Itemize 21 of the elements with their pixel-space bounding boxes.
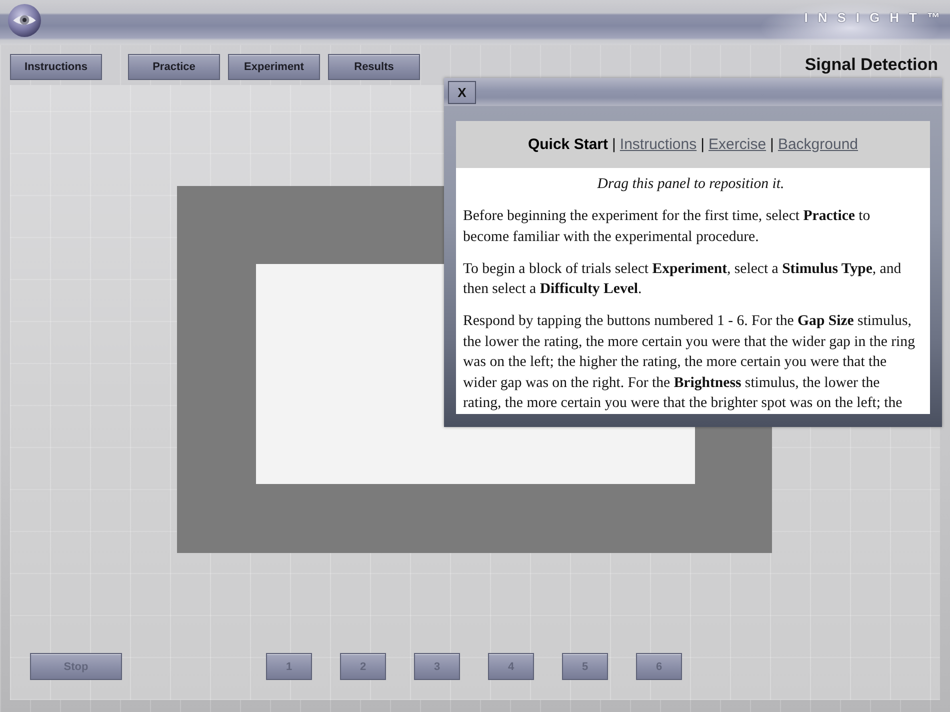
nav-button[interactable]: Practice	[128, 54, 220, 80]
nav-button[interactable]: Experiment	[228, 54, 320, 80]
tab-separator: |	[770, 136, 774, 153]
panel-drag-bar[interactable]: X	[444, 78, 942, 106]
eye-icon	[8, 4, 41, 37]
tab[interactable]: Instructions	[620, 136, 697, 153]
help-panel[interactable]	[444, 78, 942, 427]
tab-separator: |	[612, 136, 616, 153]
instruction-paragraph: Before beginning the experiment for the first time, select Practice to become familiar with the experimental procedure.	[463, 207, 872, 246]
hint-text: Drag this panel to reposition it.	[596, 175, 786, 194]
instruction-paragraph: To begin a block of trials select Experiment, select a Stimulus Type, and then select a Difficulty Level.	[463, 260, 902, 299]
close-button[interactable]: X	[448, 81, 476, 104]
logo-text: INSIGHT™	[804, 10, 950, 25]
tab-separator: |	[700, 136, 705, 153]
tab[interactable]: Quick Start	[528, 136, 608, 153]
tab[interactable]: Exercise	[708, 136, 766, 153]
page-title: Signal Detection	[804, 55, 938, 75]
instruction-paragraph: Respond by tapping the buttons numbered 1 - 6. For the Gap Size stimulus, the lower the rating, the more certain you were that the wider gap in the ring was on the left; the higher the rating, the more certain you were that the wider gap was on the right. For the Brightness stimulus, the lower the rating, the more certain you were that the brighter spot was on the left; the	[463, 312, 916, 413]
nav-button[interactable]: Instructions	[10, 54, 102, 80]
tab[interactable]: Background	[778, 136, 858, 153]
nav-button[interactable]: Results	[328, 54, 420, 80]
